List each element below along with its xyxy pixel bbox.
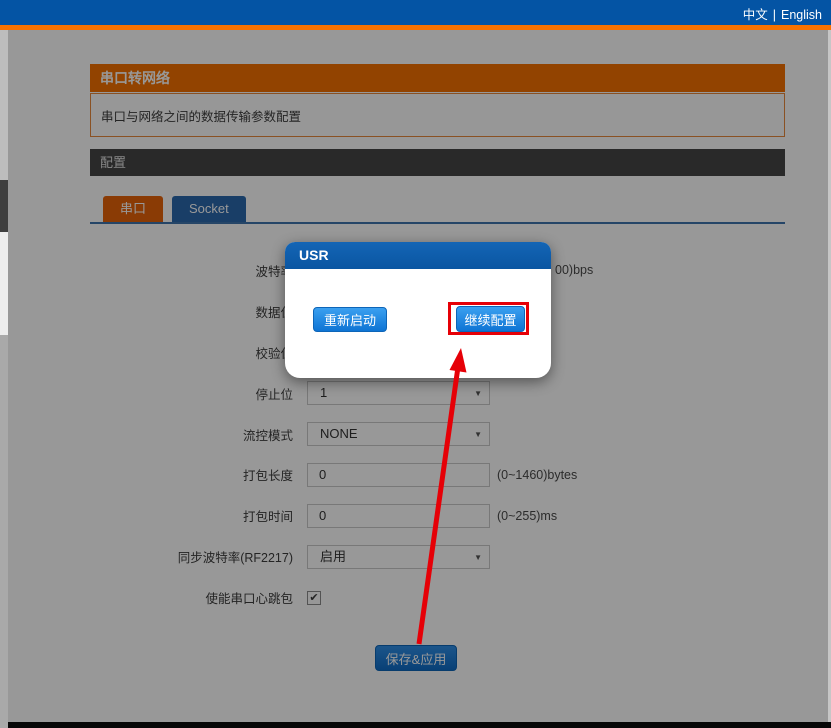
dialog-title: USR xyxy=(285,242,551,269)
bottom-edge xyxy=(8,722,831,728)
left-edge-sliver xyxy=(0,30,8,728)
lang-english-link[interactable]: English xyxy=(781,8,822,22)
sliver-segment-selected xyxy=(0,180,8,232)
lang-chinese-link[interactable]: 中文 xyxy=(743,8,768,22)
sliver-segment xyxy=(0,232,8,335)
sliver-segment xyxy=(0,30,8,180)
lang-divider: | xyxy=(773,8,776,22)
restart-button[interactable]: 重新启动 xyxy=(313,307,387,332)
language-switcher: 中文 | English xyxy=(743,4,822,23)
annotation-highlight-box xyxy=(448,302,529,335)
top-navigation-bar: 中文 | English xyxy=(0,0,831,25)
app-window: 中文|English 串口转网络 串口与网络之间的数据传输参数配置 配置 串口S… xyxy=(0,0,831,728)
